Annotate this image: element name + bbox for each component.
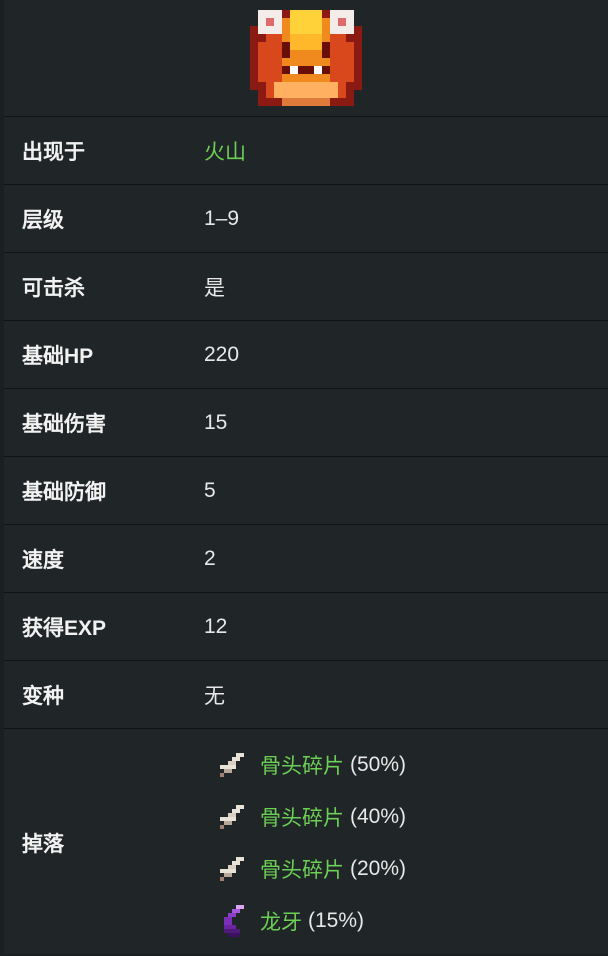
stat-label: 基础防御	[22, 480, 106, 504]
stat-label: 层级	[22, 208, 64, 232]
stat-value: 1–9	[204, 206, 240, 230]
drop-item: 骨头碎片 (20%)	[216, 843, 406, 895]
stat-row-variations: 变种 无	[4, 660, 608, 728]
drop-item-link[interactable]: 龙牙	[260, 906, 302, 936]
stat-value: 2	[204, 546, 216, 570]
stat-label: 获得EXP	[22, 616, 107, 640]
location-link[interactable]: 火山	[204, 136, 246, 166]
stat-label: 基础伤害	[22, 412, 106, 436]
drop-chance: (15%)	[308, 908, 365, 932]
stat-value: 无	[204, 684, 225, 708]
stat-label: 可击杀	[22, 276, 85, 300]
bone-fragment-icon	[220, 752, 244, 777]
bone-fragment-icon	[220, 856, 244, 881]
stat-value: 220	[204, 342, 240, 366]
drop-item-link[interactable]: 骨头碎片	[260, 750, 344, 780]
stat-value: 15	[204, 410, 228, 434]
stat-row-base-damage: 基础伤害 15	[4, 388, 608, 456]
drop-item-link[interactable]: 骨头碎片	[260, 854, 344, 884]
stat-label: 变种	[22, 684, 64, 708]
magma-sprite-icon	[250, 10, 362, 106]
stat-row-speed: 速度 2	[4, 524, 608, 592]
drop-chance: (50%)	[350, 752, 407, 776]
stat-value: 是	[204, 276, 225, 300]
monster-info-panel: 出现于 火山 层级 1–9 可击杀 是 基础HP 220 基础伤害 15 基础防…	[4, 0, 608, 954]
stat-value: 5	[204, 478, 216, 502]
drop-chance: (40%)	[350, 804, 407, 828]
stat-row-location: 出现于 火山	[4, 116, 608, 184]
drop-item: 骨头碎片 (50%)	[216, 739, 406, 791]
drop-item: 骨头碎片 (40%)	[216, 791, 406, 843]
drop-item: 龙牙 (15%)	[216, 895, 406, 947]
stat-row-floors: 层级 1–9	[4, 184, 608, 252]
stat-label: 出现于	[22, 140, 85, 164]
stat-label: 掉落	[22, 832, 64, 856]
stat-row-base-defense: 基础防御 5	[4, 456, 608, 524]
drops-list: 骨头碎片 (50%) 骨头碎片 (40%) 骨头碎片 (20%) 龙牙 (15%…	[216, 739, 406, 947]
stat-row-killable: 可击杀 是	[4, 252, 608, 320]
drop-item-link[interactable]: 骨头碎片	[260, 802, 344, 832]
stat-label: 速度	[22, 548, 64, 572]
stat-row-drops: 掉落 骨头碎片 (50%) 骨头碎片 (40%) 骨头碎片 (20%) 龙牙 (…	[4, 728, 608, 956]
sprite-area	[4, 0, 608, 116]
drop-chance: (20%)	[350, 856, 407, 880]
bone-fragment-icon	[220, 804, 244, 829]
stat-row-exp: 获得EXP 12	[4, 592, 608, 660]
stat-label: 基础HP	[22, 344, 94, 368]
dragon-tooth-icon	[224, 904, 244, 937]
stat-row-base-hp: 基础HP 220	[4, 320, 608, 388]
stat-value: 12	[204, 614, 228, 638]
